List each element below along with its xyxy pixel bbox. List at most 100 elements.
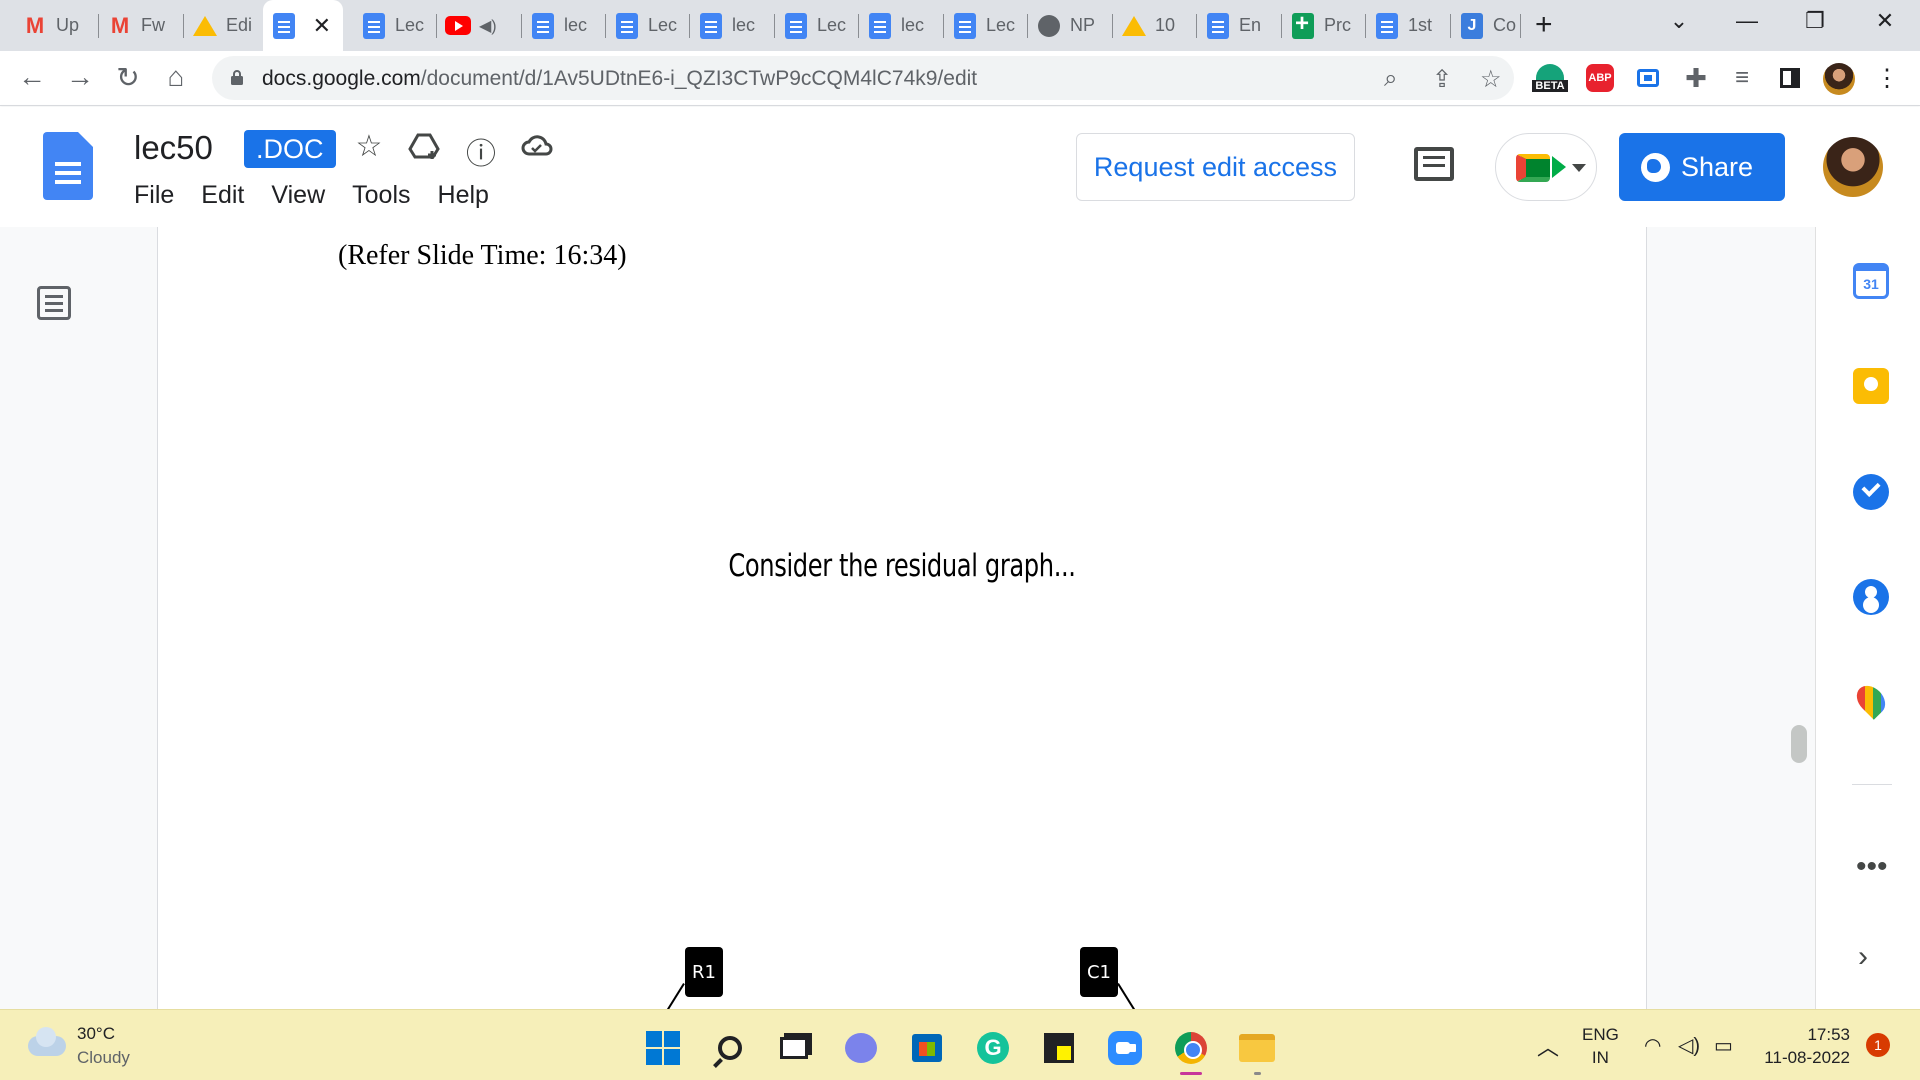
keep-icon[interactable] bbox=[1853, 368, 1889, 404]
google-docs-icon bbox=[867, 12, 893, 39]
document-outline-icon[interactable] bbox=[37, 286, 71, 320]
notification-badge[interactable]: 1 bbox=[1866, 1033, 1890, 1057]
tab-search-icon[interactable]: ⌄ bbox=[1656, 8, 1702, 34]
lock-icon bbox=[231, 70, 243, 85]
chevron-down-icon bbox=[1572, 164, 1586, 172]
browser-tab[interactable]: Lec bbox=[775, 0, 859, 51]
ms-store-icon[interactable] bbox=[909, 1030, 945, 1066]
task-view-icon[interactable] bbox=[776, 1030, 812, 1066]
close-tab-icon[interactable]: ✕ bbox=[313, 13, 331, 39]
request-edit-access-button[interactable]: Request edit access bbox=[1076, 133, 1355, 201]
browser-tab-label: Co bbox=[1493, 15, 1517, 35]
browser-tab[interactable]: NP bbox=[1028, 0, 1113, 51]
meet-button[interactable] bbox=[1495, 133, 1597, 201]
taskbar-search-icon[interactable] bbox=[712, 1030, 748, 1066]
address-bar[interactable]: docs.google.com/document/d/1Av5UDtnE6-i_… bbox=[212, 56, 1514, 100]
menu-edit[interactable]: Edit bbox=[201, 181, 244, 210]
star-icon[interactable]: ☆ bbox=[352, 129, 386, 163]
chat-icon[interactable] bbox=[843, 1030, 879, 1066]
windows-taskbar: 30°C Cloudy bbox=[0, 1009, 1920, 1080]
menu-file[interactable]: File bbox=[134, 181, 174, 210]
menu-tools[interactable]: Tools bbox=[352, 181, 410, 210]
reload-icon[interactable]: ↻ bbox=[110, 61, 146, 94]
document-page[interactable] bbox=[157, 227, 1647, 1009]
close-window-button[interactable]: ✕ bbox=[1862, 8, 1908, 34]
browser-tab[interactable]: Lec bbox=[353, 0, 437, 51]
file-explorer-icon[interactable] bbox=[1239, 1030, 1275, 1066]
calendar-icon[interactable]: 31 bbox=[1853, 263, 1889, 299]
sticky-notes-icon[interactable] bbox=[1041, 1030, 1077, 1066]
browser-tab[interactable]: M Fw bbox=[99, 0, 184, 51]
volume-icon[interactable]: ◁) bbox=[1678, 1033, 1700, 1058]
home-icon[interactable]: ⌂ bbox=[158, 61, 194, 93]
side-panel-icon[interactable] bbox=[1775, 63, 1805, 93]
add-to-drive-icon[interactable] bbox=[408, 129, 442, 163]
bookmark-star-icon[interactable]: ☆ bbox=[1480, 65, 1502, 94]
tasks-icon[interactable] bbox=[1853, 474, 1889, 510]
browser-tab[interactable]: Lec bbox=[606, 0, 690, 51]
cloud-icon[interactable] bbox=[28, 1027, 66, 1056]
browser-tab[interactable]: Prc bbox=[1282, 0, 1366, 51]
jamboard-icon: J bbox=[1459, 12, 1485, 39]
restore-button[interactable]: ❐ bbox=[1792, 8, 1838, 34]
menu-view[interactable]: View bbox=[271, 181, 325, 210]
expand-panel-icon[interactable]: › bbox=[1858, 940, 1868, 974]
chrome-profile-avatar[interactable] bbox=[1823, 63, 1855, 95]
share-page-icon[interactable]: ⇪ bbox=[1432, 65, 1452, 94]
browser-tab[interactable]: Edi bbox=[184, 0, 268, 51]
gmail-icon: M bbox=[25, 12, 45, 38]
cloud-status-icon[interactable] bbox=[520, 129, 554, 163]
tray-overflow-icon[interactable]: ︿ bbox=[1537, 1030, 1559, 1062]
tab-audio-icon[interactable]: ◀) bbox=[479, 16, 497, 36]
zoom-icon[interactable]: ⌕ bbox=[1384, 65, 1397, 93]
chrome-menu-icon[interactable]: ⋮ bbox=[1872, 63, 1902, 93]
browser-tab[interactable]: lec bbox=[522, 0, 606, 51]
new-tab-button[interactable]: + bbox=[1535, 8, 1553, 42]
zoom-app-icon[interactable] bbox=[1107, 1030, 1143, 1066]
comments-icon[interactable] bbox=[1414, 147, 1454, 181]
browser-tab[interactable]: lec bbox=[690, 0, 775, 51]
chrome-icon[interactable] bbox=[1173, 1030, 1209, 1066]
media-controls-icon[interactable]: ≡ bbox=[1727, 63, 1757, 93]
browser-tab-label: NP bbox=[1070, 15, 1096, 35]
browser-tab[interactable]: Lec bbox=[944, 0, 1028, 51]
share-button[interactable]: Share bbox=[1619, 133, 1785, 201]
weather-temperature[interactable]: 30°C bbox=[77, 1024, 115, 1044]
browser-tab[interactable]: ◀) bbox=[437, 0, 522, 51]
battery-icon[interactable]: ▭ bbox=[1714, 1033, 1733, 1058]
start-button[interactable] bbox=[645, 1030, 681, 1066]
screen-capture-icon[interactable] bbox=[1633, 63, 1663, 93]
browser-tab[interactable]: 10 bbox=[1113, 0, 1197, 51]
clock[interactable]: 17:53 11-08-2022 bbox=[1760, 1023, 1850, 1069]
docs-header: lec50 .DOC ☆ ⓘ File Edit View Tools Help… bbox=[0, 107, 1920, 227]
graph-node-r1: R1 bbox=[685, 947, 723, 997]
side-panel-divider bbox=[1852, 784, 1892, 785]
google-sheets-icon bbox=[1290, 10, 1316, 39]
more-addons-icon[interactable]: ••• bbox=[1856, 850, 1888, 884]
adblock-icon[interactable]: ABP bbox=[1585, 63, 1615, 93]
language-indicator[interactable]: ENG IN bbox=[1582, 1023, 1619, 1069]
wifi-icon[interactable]: ◠ bbox=[1644, 1033, 1661, 1058]
document-scrollbar[interactable] bbox=[1791, 725, 1807, 763]
browser-tab[interactable]: En bbox=[1197, 0, 1282, 51]
slide-time-text: (Refer Slide Time: 16:34) bbox=[338, 240, 627, 271]
menu-help[interactable]: Help bbox=[438, 181, 489, 210]
browser-tab[interactable]: lec bbox=[859, 0, 944, 51]
account-avatar[interactable] bbox=[1823, 137, 1883, 197]
browser-tab[interactable]: 1st bbox=[1366, 0, 1451, 51]
browser-tab[interactable]: M Up bbox=[14, 0, 99, 51]
browser-tab[interactable]: ✕ bbox=[263, 0, 343, 51]
contacts-icon[interactable] bbox=[1853, 579, 1889, 615]
minimize-button[interactable]: — bbox=[1724, 8, 1770, 34]
document-title[interactable]: lec50 bbox=[134, 129, 213, 167]
forward-icon[interactable]: → bbox=[62, 61, 98, 93]
weather-condition[interactable]: Cloudy bbox=[77, 1048, 130, 1068]
info-icon[interactable]: ⓘ bbox=[464, 129, 498, 171]
google-docs-logo-icon[interactable] bbox=[43, 132, 93, 200]
extensions-puzzle-icon[interactable]: ✚ bbox=[1681, 63, 1711, 93]
grammarly-icon[interactable]: G bbox=[975, 1030, 1011, 1066]
extension-beta-icon[interactable]: BETA bbox=[1530, 63, 1570, 93]
back-icon[interactable]: ← bbox=[14, 61, 50, 93]
google-drive-icon bbox=[1121, 13, 1147, 39]
browser-tab[interactable]: J Co bbox=[1451, 0, 1521, 51]
